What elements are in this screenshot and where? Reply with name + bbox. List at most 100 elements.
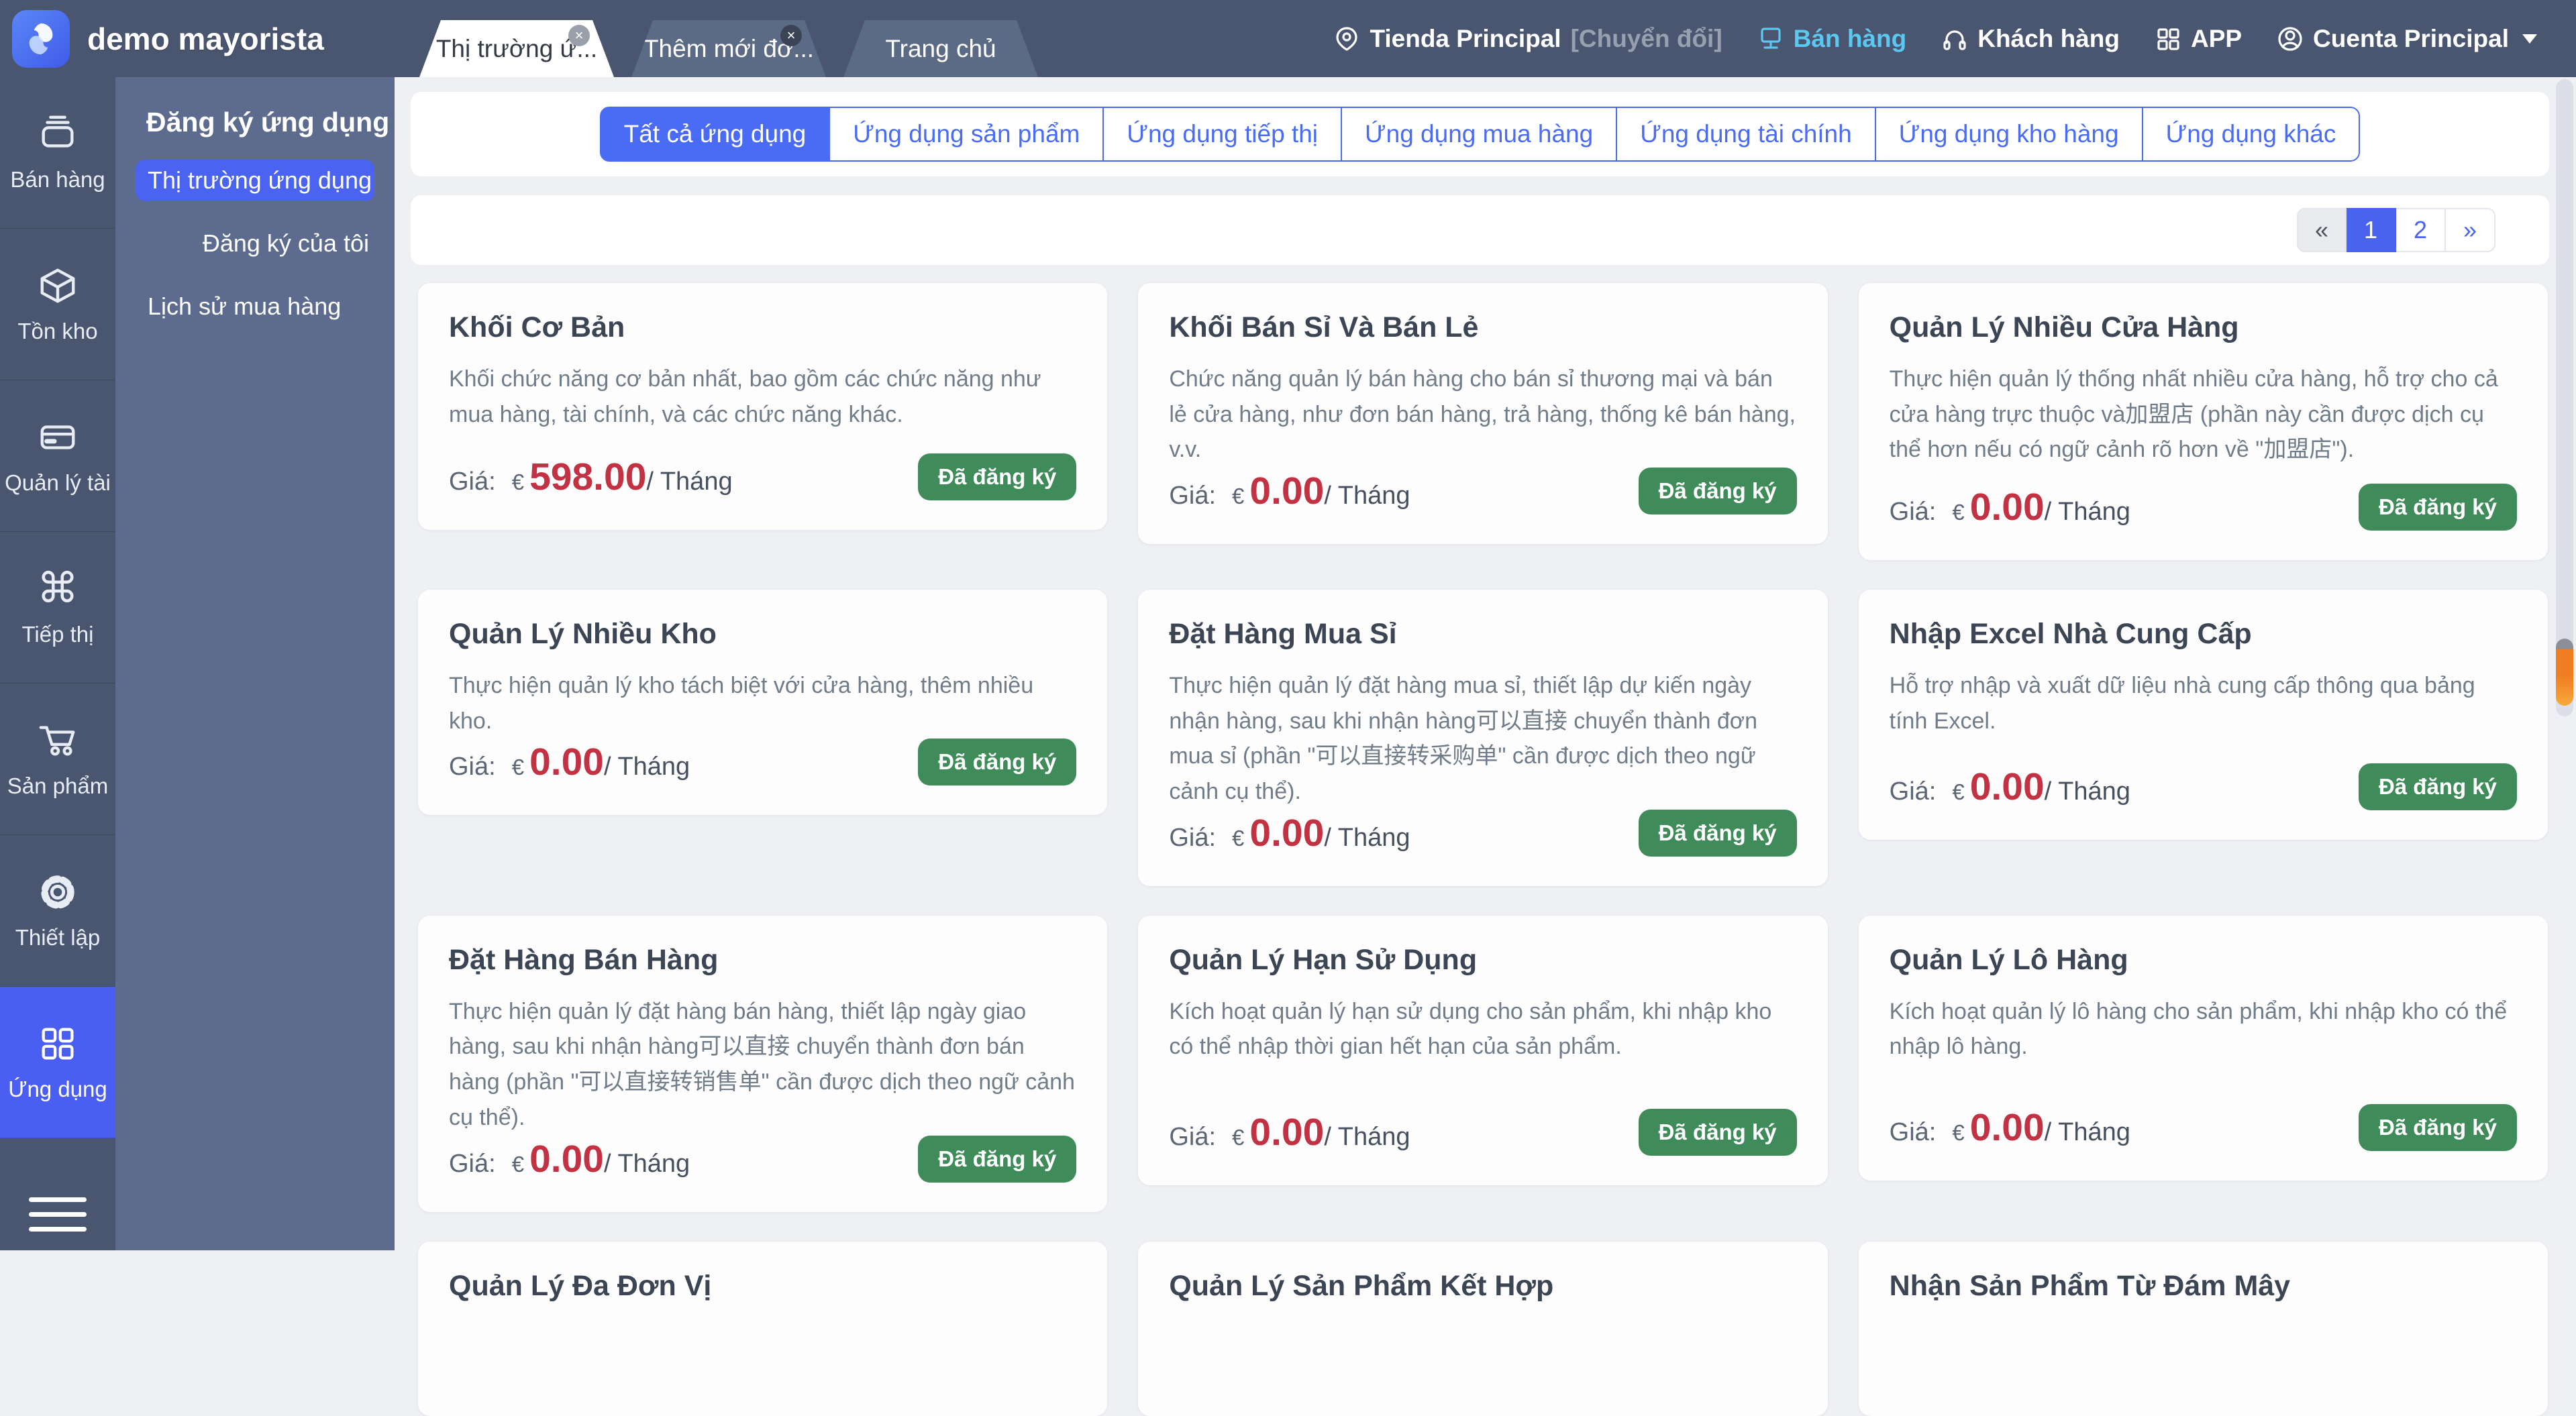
subscribed-badge[interactable]: Đã đăng ký — [1639, 810, 1797, 857]
gear-icon — [37, 871, 79, 913]
app-card-grid: Khối Cơ Bản Khối chức năng cơ bản nhất, … — [418, 283, 2548, 1416]
grid-icon — [37, 1023, 79, 1065]
app-card[interactable]: Khối Cơ Bản Khối chức năng cơ bản nhất, … — [418, 283, 1107, 530]
price-label: Giá: — [1169, 482, 1216, 510]
sidebar-item-label: Quản lý tài — [5, 470, 111, 496]
price-value: 0.00 — [1249, 1110, 1324, 1154]
card-description: Thực hiện quản lý kho tách biệt với cửa … — [449, 668, 1076, 739]
account-name: Cuenta Principal — [2313, 25, 2509, 53]
price-label: Giá: — [1890, 777, 1937, 806]
filter-other-apps[interactable]: Ứng dụng khác — [2143, 107, 2361, 162]
store-selector[interactable]: Tienda Principal [Chuyển đổi] — [1333, 25, 1722, 53]
app-card[interactable]: Quản Lý Hạn Sử Dụng Kích hoạt quản lý hạ… — [1138, 916, 1827, 1185]
card-title: Quản Lý Đa Đơn Vị — [449, 1270, 1076, 1303]
account-dropdown[interactable]: Cuenta Principal — [2277, 25, 2537, 53]
pagination-prev-button[interactable]: « — [2297, 208, 2347, 252]
price-label: Giá: — [449, 1150, 496, 1179]
subscribed-badge[interactable]: Đã đăng ký — [1639, 468, 1797, 514]
close-icon[interactable]: × — [780, 25, 802, 46]
app-card[interactable]: Nhận Sản Phẩm Từ Đám Mây — [1859, 1242, 2548, 1416]
filter-marketing-apps[interactable]: Ứng dụng tiếp thị — [1104, 107, 1342, 162]
app-card[interactable]: Quản Lý Đa Đơn Vị — [418, 1242, 1107, 1416]
scrollbar-track[interactable] — [2556, 79, 2573, 716]
filter-warehouse-apps[interactable]: Ứng dụng kho hàng — [1876, 107, 2143, 162]
app-card[interactable]: Quản Lý Nhiều Cửa Hàng Thực hiện quản lý… — [1859, 283, 2548, 560]
sidebar-item-finance[interactable]: Quản lý tài — [0, 380, 115, 532]
card-title: Nhập Excel Nhà Cung Cấp — [1890, 618, 2517, 651]
subscribed-badge[interactable]: Đã đăng ký — [918, 453, 1076, 500]
price-label: Giá: — [1169, 824, 1216, 853]
price-value: 0.00 — [1970, 1105, 2045, 1150]
scrollbar-thumb[interactable] — [2556, 639, 2573, 706]
app-card[interactable]: Quản Lý Sản Phẩm Kết Hợp — [1138, 1242, 1827, 1416]
app-card[interactable]: Khối Bán Sỉ Và Bán Lẻ Chức năng quản lý … — [1138, 283, 1827, 544]
filter-purchasing-apps[interactable]: Ứng dụng mua hàng — [1342, 107, 1617, 162]
card-title: Quản Lý Lô Hàng — [1890, 944, 2517, 977]
filter-button-group: Tất cả ứng dụng Ứng dụng sản phẩm Ứng dụ… — [600, 107, 2361, 162]
subscribed-badge[interactable]: Đã đăng ký — [2359, 484, 2517, 531]
app-card[interactable]: Nhập Excel Nhà Cung Cấp Hỗ trợ nhập và x… — [1859, 590, 2548, 840]
switch-store-link[interactable]: [Chuyển đổi] — [1571, 25, 1722, 53]
pos-sales-label: Bán hàng — [1794, 25, 1907, 53]
app-card[interactable]: Đặt Hàng Mua Sỉ Thực hiện quản lý đặt hà… — [1138, 590, 1827, 886]
price: Giá: € 0.00 / Tháng — [449, 740, 690, 784]
filter-finance-apps[interactable]: Ứng dụng tài chính — [1617, 107, 1876, 162]
sidebar-item-label: Tồn kho — [17, 319, 97, 344]
app-card[interactable]: Đặt Hàng Bán Hàng Thực hiện quản lý đặt … — [418, 916, 1107, 1212]
submenu-item-purchase-history[interactable]: Lịch sử mua hàng — [136, 286, 374, 327]
card-description: Kích hoạt quản lý hạn sử dụng cho sản ph… — [1169, 994, 1796, 1065]
sidebar-item-label: Thiết lập — [15, 925, 101, 950]
app-logo[interactable] — [12, 10, 70, 68]
pos-sales-button[interactable]: Bán hàng — [1757, 25, 1907, 53]
filter-product-apps[interactable]: Ứng dụng sản phẩm — [830, 107, 1104, 162]
tab-home[interactable]: Trang chủ — [843, 20, 1038, 77]
customer-support-button[interactable]: Khách hàng — [1941, 25, 2120, 53]
app-card[interactable]: Quản Lý Nhiều Kho Thực hiện quản lý kho … — [418, 590, 1107, 815]
submenu-item-marketplace[interactable]: Thị trường ứng dụng — [136, 160, 374, 201]
card-title: Khối Cơ Bản — [449, 311, 1076, 344]
price-label: Giá: — [1890, 498, 1937, 527]
customer-support-label: Khách hàng — [1977, 25, 2120, 53]
card-title: Quản Lý Hạn Sử Dụng — [1169, 944, 1796, 977]
sidebar-item-label: Tiếp thị — [22, 622, 94, 647]
sidebar-item-products[interactable]: Sản phẩm — [0, 684, 115, 835]
card-title: Quản Lý Nhiều Kho — [449, 618, 1076, 651]
submenu-item-my-subscriptions[interactable]: Đăng ký của tôi — [136, 223, 374, 264]
currency-symbol: € — [1232, 826, 1244, 851]
pagination-page-1[interactable]: 1 — [2347, 208, 2396, 252]
price-value: 0.00 — [1970, 765, 2045, 809]
subscribed-badge[interactable]: Đã đăng ký — [918, 1136, 1076, 1183]
currency-symbol: € — [1952, 1120, 1964, 1146]
sidebar-item-marketing[interactable]: ⌘ Tiếp thị — [0, 532, 115, 684]
price-label: Giá: — [1890, 1118, 1937, 1147]
sidebar-item-settings[interactable]: Thiết lập — [0, 835, 115, 987]
subscribed-badge[interactable]: Đã đăng ký — [2359, 1104, 2517, 1151]
price-label: Giá: — [449, 468, 496, 496]
filter-all-apps[interactable]: Tất cả ứng dụng — [600, 107, 831, 162]
price-period: / Tháng — [646, 468, 732, 496]
app-card[interactable]: Quản Lý Lô Hàng Kích hoạt quản lý lô hàn… — [1859, 916, 2548, 1181]
subscribed-badge[interactable]: Đã đăng ký — [1639, 1109, 1797, 1156]
hamburger-menu-icon[interactable] — [29, 1197, 87, 1232]
currency-symbol: € — [1232, 1125, 1244, 1150]
tab-marketplace[interactable]: Thị trường ứ... × — [419, 20, 614, 77]
card-title: Nhận Sản Phẩm Từ Đám Mây — [1890, 1270, 2517, 1303]
sidebar-item-sales[interactable]: Bán hàng — [0, 77, 115, 229]
price: Giá: € 0.00 / Tháng — [1890, 765, 2130, 809]
app-menu-button[interactable]: APP — [2155, 25, 2242, 53]
sidebar-item-apps[interactable]: Ứng dụng — [0, 987, 115, 1138]
close-icon[interactable]: × — [568, 25, 590, 46]
pagination-page-2[interactable]: 2 — [2396, 208, 2446, 252]
subscribed-badge[interactable]: Đã đăng ký — [2359, 763, 2517, 810]
tab-strip: Thị trường ứ... × Thêm mới đơ... × Trang… — [419, 20, 1038, 77]
pagination-next-button[interactable]: » — [2446, 208, 2495, 252]
card-description: Khối chức năng cơ bản nhất, bao gồm các … — [449, 362, 1076, 432]
card-footer: Giá: € 0.00 / Tháng Đã đăng ký — [1169, 468, 1796, 514]
price-period: / Tháng — [604, 753, 690, 781]
tab-new-order[interactable]: Thêm mới đơ... × — [631, 20, 826, 77]
card-description: Chức năng quản lý bán hàng cho bán sỉ th… — [1169, 362, 1796, 468]
card-footer: Giá: € 0.00 / Tháng Đã đăng ký — [1890, 1104, 2517, 1151]
subscribed-badge[interactable]: Đã đăng ký — [918, 739, 1076, 785]
sidebar-item-inventory[interactable]: Tồn kho — [0, 229, 115, 380]
card-footer: Giá: € 0.00 / Tháng Đã đăng ký — [449, 1136, 1076, 1183]
